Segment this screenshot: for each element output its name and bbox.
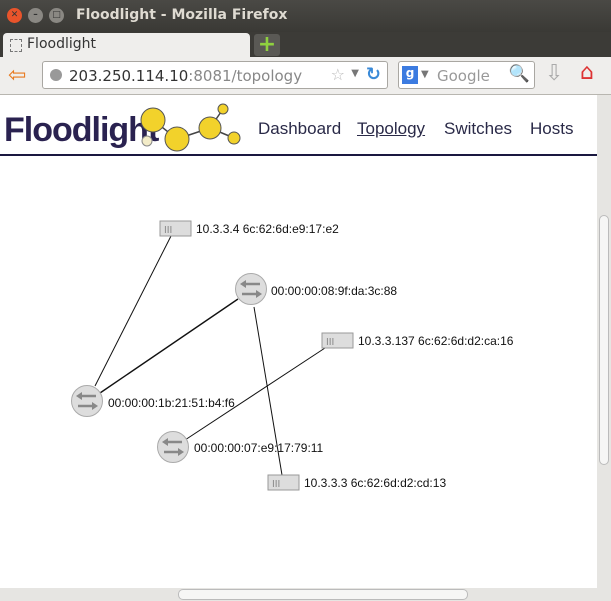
minimize-window-button[interactable]: –: [28, 8, 43, 23]
url-path: :8081/topology: [188, 67, 303, 85]
switch-node[interactable]: [235, 273, 267, 305]
back-arrow-icon[interactable]: ⇦: [8, 63, 26, 88]
switch-label: 00:00:00:08:9f:da:3c:88: [271, 284, 397, 298]
host-node[interactable]: III 10.3.3.137 6c:62:6d:d2:ca:16: [321, 332, 514, 349]
switch-label: 00:00:00:1b:21:51:b4:f6: [108, 396, 235, 410]
page-content: Floodlight Dashboard Topology Switches H…: [0, 95, 597, 588]
vertical-scrollbar[interactable]: [597, 95, 611, 588]
vertical-scroll-thumb[interactable]: [599, 215, 609, 465]
navigation-toolbar: ⇦ 203.250.114.10:8081/topology ☆ ▼ ↻ g ▼ Goo…: [0, 57, 611, 95]
url-bar[interactable]: 203.250.114.10:8081/topology ☆ ▼ ↻: [42, 61, 388, 89]
switch-label: 00:00:00:07:e9:17:79:11: [194, 441, 324, 455]
window-titlebar: ✕ – □ Floodlight - Mozilla Firefox: [0, 0, 611, 32]
horizontal-scroll-thumb[interactable]: [178, 589, 468, 600]
maximize-window-button[interactable]: □: [49, 8, 64, 23]
url-host: 203.250.114.10: [69, 67, 189, 85]
switch-node[interactable]: [71, 385, 103, 417]
close-window-button[interactable]: ✕: [7, 8, 22, 23]
window-title: Floodlight - Mozilla Firefox: [76, 7, 288, 23]
search-icon[interactable]: 🔍: [509, 64, 530, 84]
host-label: 10.3.3.137 6c:62:6d:d2:ca:16: [358, 334, 514, 348]
search-placeholder: Google: [437, 67, 490, 85]
host-node[interactable]: III 10.3.3.3 6c:62:6d:d2:cd:13: [267, 474, 446, 491]
bookmark-star-icon[interactable]: ☆: [331, 65, 345, 84]
home-icon[interactable]: ⌂: [580, 60, 594, 85]
svg-text:III: III: [272, 479, 280, 490]
svg-text:III: III: [326, 337, 334, 348]
engine-dropdown-icon[interactable]: ▼: [421, 69, 429, 80]
topology-graph: III 10.3.3.4 6c:62:6d:e9:17:e2 III 10.3.3.…: [71, 220, 514, 491]
new-tab-button[interactable]: +: [254, 34, 280, 56]
host-label: 10.3.3.3 6c:62:6d:d2:cd:13: [304, 476, 446, 490]
globe-icon: [50, 69, 62, 81]
reload-icon[interactable]: ↻: [366, 64, 381, 85]
switch-node[interactable]: [157, 431, 189, 463]
history-dropdown-icon[interactable]: ▼: [351, 68, 359, 79]
host-label: 10.3.3.4 6c:62:6d:e9:17:e2: [196, 222, 339, 236]
tab-label: Floodlight: [27, 36, 96, 52]
download-icon[interactable]: ⇩: [545, 61, 563, 86]
link: [184, 347, 326, 441]
link: [94, 235, 172, 387]
svg-text:III: III: [164, 225, 172, 236]
horizontal-scrollbar[interactable]: [0, 588, 611, 601]
google-icon[interactable]: g: [402, 66, 418, 84]
page-icon: [10, 39, 22, 52]
link: [99, 298, 239, 394]
browser-tab[interactable]: Floodlight: [3, 33, 250, 58]
search-input[interactable]: g ▼ Google 🔍: [398, 61, 535, 89]
host-node[interactable]: III 10.3.3.4 6c:62:6d:e9:17:e2: [159, 220, 339, 237]
